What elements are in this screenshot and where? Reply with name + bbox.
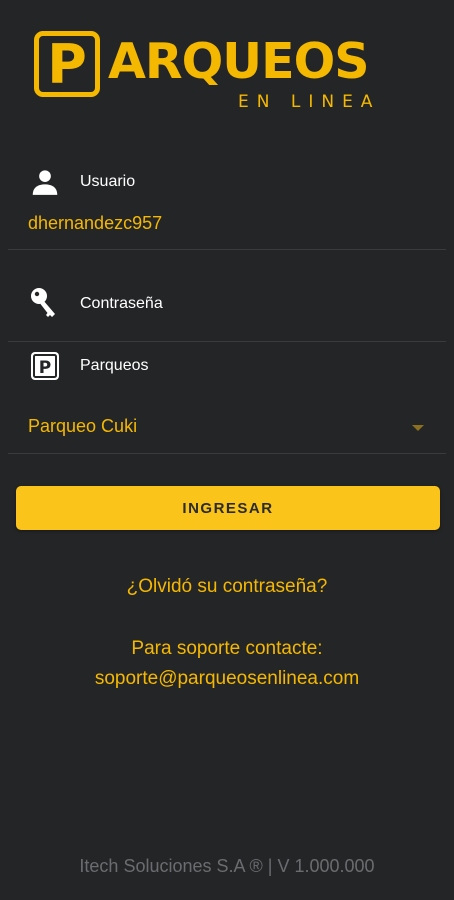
- username-input[interactable]: dhernandezc957: [28, 213, 162, 234]
- dropdown-arrow-icon: [412, 425, 424, 431]
- login-button[interactable]: INGRESAR: [16, 486, 440, 530]
- parking-icon: P: [28, 349, 62, 383]
- parking-select[interactable]: Parqueo Cuki: [0, 403, 454, 453]
- password-divider: [8, 341, 446, 342]
- logo-p-letter: P: [47, 33, 87, 96]
- user-label-row: Usuario: [28, 165, 135, 199]
- key-icon: [28, 287, 62, 321]
- person-icon: [28, 165, 62, 199]
- parking-divider: [8, 453, 446, 454]
- logo-p-box: P: [34, 31, 100, 97]
- forgot-password-link[interactable]: ¿Olvidó su contraseña?: [0, 576, 454, 598]
- logo-subtitle: EN LINEA: [238, 92, 381, 112]
- footer-version: Itech Soluciones S.A ® | V 1.000.000: [79, 856, 375, 876]
- user-label: Usuario: [80, 173, 136, 190]
- parking-label: Parqueos: [80, 357, 149, 374]
- parking-selected-value: Parqueo Cuki: [28, 416, 138, 436]
- support-email-link[interactable]: soporte@parqueosenlinea.com: [0, 668, 454, 690]
- parking-icon-letter: P: [39, 358, 51, 378]
- parking-label-row: P Parqueos: [28, 349, 149, 383]
- logo-wordmark: ARQUEOS: [108, 33, 370, 90]
- support-label: Para soporte contacte:: [131, 638, 323, 659]
- password-input[interactable]: Contraseña: [28, 287, 163, 321]
- user-divider: [8, 249, 446, 250]
- app-logo: P ARQUEOS EN LINEA: [32, 28, 412, 118]
- password-label: Contraseña: [80, 295, 163, 312]
